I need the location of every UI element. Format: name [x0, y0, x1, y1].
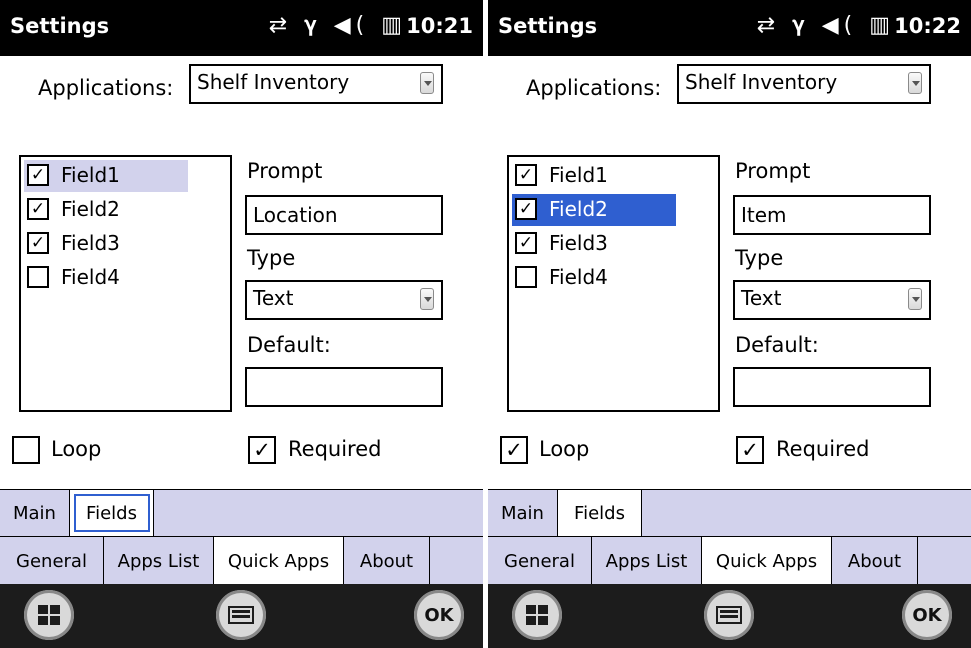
type-select-value: Text — [741, 286, 782, 310]
applications-select-value: Shelf Inventory — [197, 70, 350, 94]
field-item-1[interactable]: ✓ Field1 — [24, 160, 188, 192]
prompt-label: Prompt — [247, 159, 323, 183]
tab-about[interactable]: About — [832, 537, 918, 585]
field-item-4[interactable]: Field4 — [512, 262, 676, 294]
type-label: Type — [735, 246, 784, 270]
prompt-input-value: Location — [253, 203, 338, 227]
default-label: Default: — [247, 333, 331, 357]
field-label-4: Field4 — [549, 265, 608, 289]
applications-label: Applications: — [38, 76, 174, 100]
tab-fields[interactable]: Fields — [70, 490, 154, 536]
type-select[interactable]: Text — [733, 280, 931, 320]
tab-bar-bottom: General Apps List Quick Apps About — [488, 536, 971, 585]
dropdown-arrow-icon — [908, 288, 922, 310]
status-icons: ⇄ 𝛄 ◀( ▥ — [756, 13, 895, 38]
loop-label: Loop — [51, 437, 102, 461]
field-label-3: Field3 — [61, 231, 120, 255]
field-checkbox-4[interactable] — [515, 266, 537, 288]
field-checkbox-2[interactable]: ✓ — [515, 198, 537, 220]
field-checkbox-2[interactable]: ✓ — [27, 198, 49, 220]
default-label: Default: — [735, 333, 819, 357]
ok-button[interactable]: OK — [414, 590, 464, 640]
clock: 10:21 — [406, 14, 473, 38]
tab-general[interactable]: General — [0, 537, 104, 585]
tab-fields[interactable]: Fields — [558, 490, 642, 536]
required-checkbox[interactable]: ✓ — [736, 436, 764, 464]
type-select[interactable]: Text — [245, 280, 443, 320]
type-select-value: Text — [253, 286, 294, 310]
field-label-1: Field1 — [549, 163, 608, 187]
field-checkbox-3[interactable]: ✓ — [27, 232, 49, 254]
prompt-input-value: Item — [741, 203, 787, 227]
field-item-2[interactable]: ✓ Field2 — [24, 194, 188, 226]
tab-main[interactable]: Main — [0, 490, 70, 536]
tab-quick-apps[interactable]: Quick Apps — [702, 537, 832, 585]
field-label-2: Field2 — [549, 197, 608, 221]
field-label-2: Field2 — [61, 197, 120, 221]
tab-bar-top: Main Fields — [0, 489, 483, 536]
soft-key-bar: OK — [488, 584, 971, 648]
app-title: Settings — [498, 14, 598, 38]
ok-button[interactable]: OK — [902, 590, 952, 640]
settings-screen-2: Settings ⇄ 𝛄 ◀( ▥ 10:22 Applications: Sh… — [488, 0, 971, 648]
default-input[interactable] — [733, 367, 931, 407]
prompt-input[interactable]: Item — [733, 195, 931, 235]
keyboard-icon[interactable] — [704, 590, 754, 640]
field-checkbox-3[interactable]: ✓ — [515, 232, 537, 254]
loop-label: Loop — [539, 437, 590, 461]
applications-select-value: Shelf Inventory — [685, 70, 838, 94]
loop-checkbox[interactable] — [12, 436, 40, 464]
applications-label: Applications: — [526, 76, 662, 100]
fields-listbox[interactable]: ✓ Field1 ✓ Field2 ✓ Field3 Field4 — [19, 155, 232, 412]
fields-listbox[interactable]: ✓ Field1 ✓ Field2 ✓ Field3 Field4 — [507, 155, 720, 412]
dropdown-arrow-icon — [420, 72, 434, 94]
tab-bar-top: Main Fields — [488, 489, 971, 536]
tab-apps-list[interactable]: Apps List — [592, 537, 702, 585]
soft-key-bar: OK — [0, 584, 483, 648]
field-item-2[interactable]: ✓ Field2 — [512, 194, 676, 226]
field-item-1[interactable]: ✓ Field1 — [512, 160, 676, 192]
app-title: Settings — [10, 14, 110, 38]
status-icons: ⇄ 𝛄 ◀( ▥ — [268, 13, 407, 38]
field-checkbox-4[interactable] — [27, 266, 49, 288]
prompt-label: Prompt — [735, 159, 811, 183]
prompt-input[interactable]: Location — [245, 195, 443, 235]
applications-select[interactable]: Shelf Inventory — [677, 64, 931, 104]
required-checkbox[interactable]: ✓ — [248, 436, 276, 464]
status-bar: Settings ⇄ 𝛄 ◀( ▥ 10:22 — [488, 0, 971, 56]
tab-bar-bottom: General Apps List Quick Apps About — [0, 536, 483, 585]
loop-checkbox[interactable]: ✓ — [500, 436, 528, 464]
status-bar: Settings ⇄ 𝛄 ◀( ▥ 10:21 — [0, 0, 483, 56]
field-checkbox-1[interactable]: ✓ — [515, 164, 537, 186]
field-item-3[interactable]: ✓ Field3 — [24, 228, 188, 260]
field-item-3[interactable]: ✓ Field3 — [512, 228, 676, 260]
required-label: Required — [288, 437, 382, 461]
applications-select[interactable]: Shelf Inventory — [189, 64, 443, 104]
tab-apps-list[interactable]: Apps List — [104, 537, 214, 585]
keyboard-icon[interactable] — [216, 590, 266, 640]
clock: 10:22 — [894, 14, 961, 38]
field-label-3: Field3 — [549, 231, 608, 255]
settings-screen-1: Settings ⇄ 𝛄 ◀( ▥ 10:21 Applications: Sh… — [0, 0, 483, 648]
dropdown-arrow-icon — [420, 288, 434, 310]
windows-logo-icon[interactable] — [512, 590, 562, 640]
required-label: Required — [776, 437, 870, 461]
type-label: Type — [247, 246, 296, 270]
field-label-4: Field4 — [61, 265, 120, 289]
field-checkbox-1[interactable]: ✓ — [27, 164, 49, 186]
tab-general[interactable]: General — [488, 537, 592, 585]
default-input[interactable] — [245, 367, 443, 407]
tab-quick-apps[interactable]: Quick Apps — [214, 537, 344, 585]
field-label-1: Field1 — [61, 163, 120, 187]
field-item-4[interactable]: Field4 — [24, 262, 188, 294]
tab-about[interactable]: About — [344, 537, 430, 585]
dropdown-arrow-icon — [908, 72, 922, 94]
windows-logo-icon[interactable] — [24, 590, 74, 640]
tab-main[interactable]: Main — [488, 490, 558, 536]
